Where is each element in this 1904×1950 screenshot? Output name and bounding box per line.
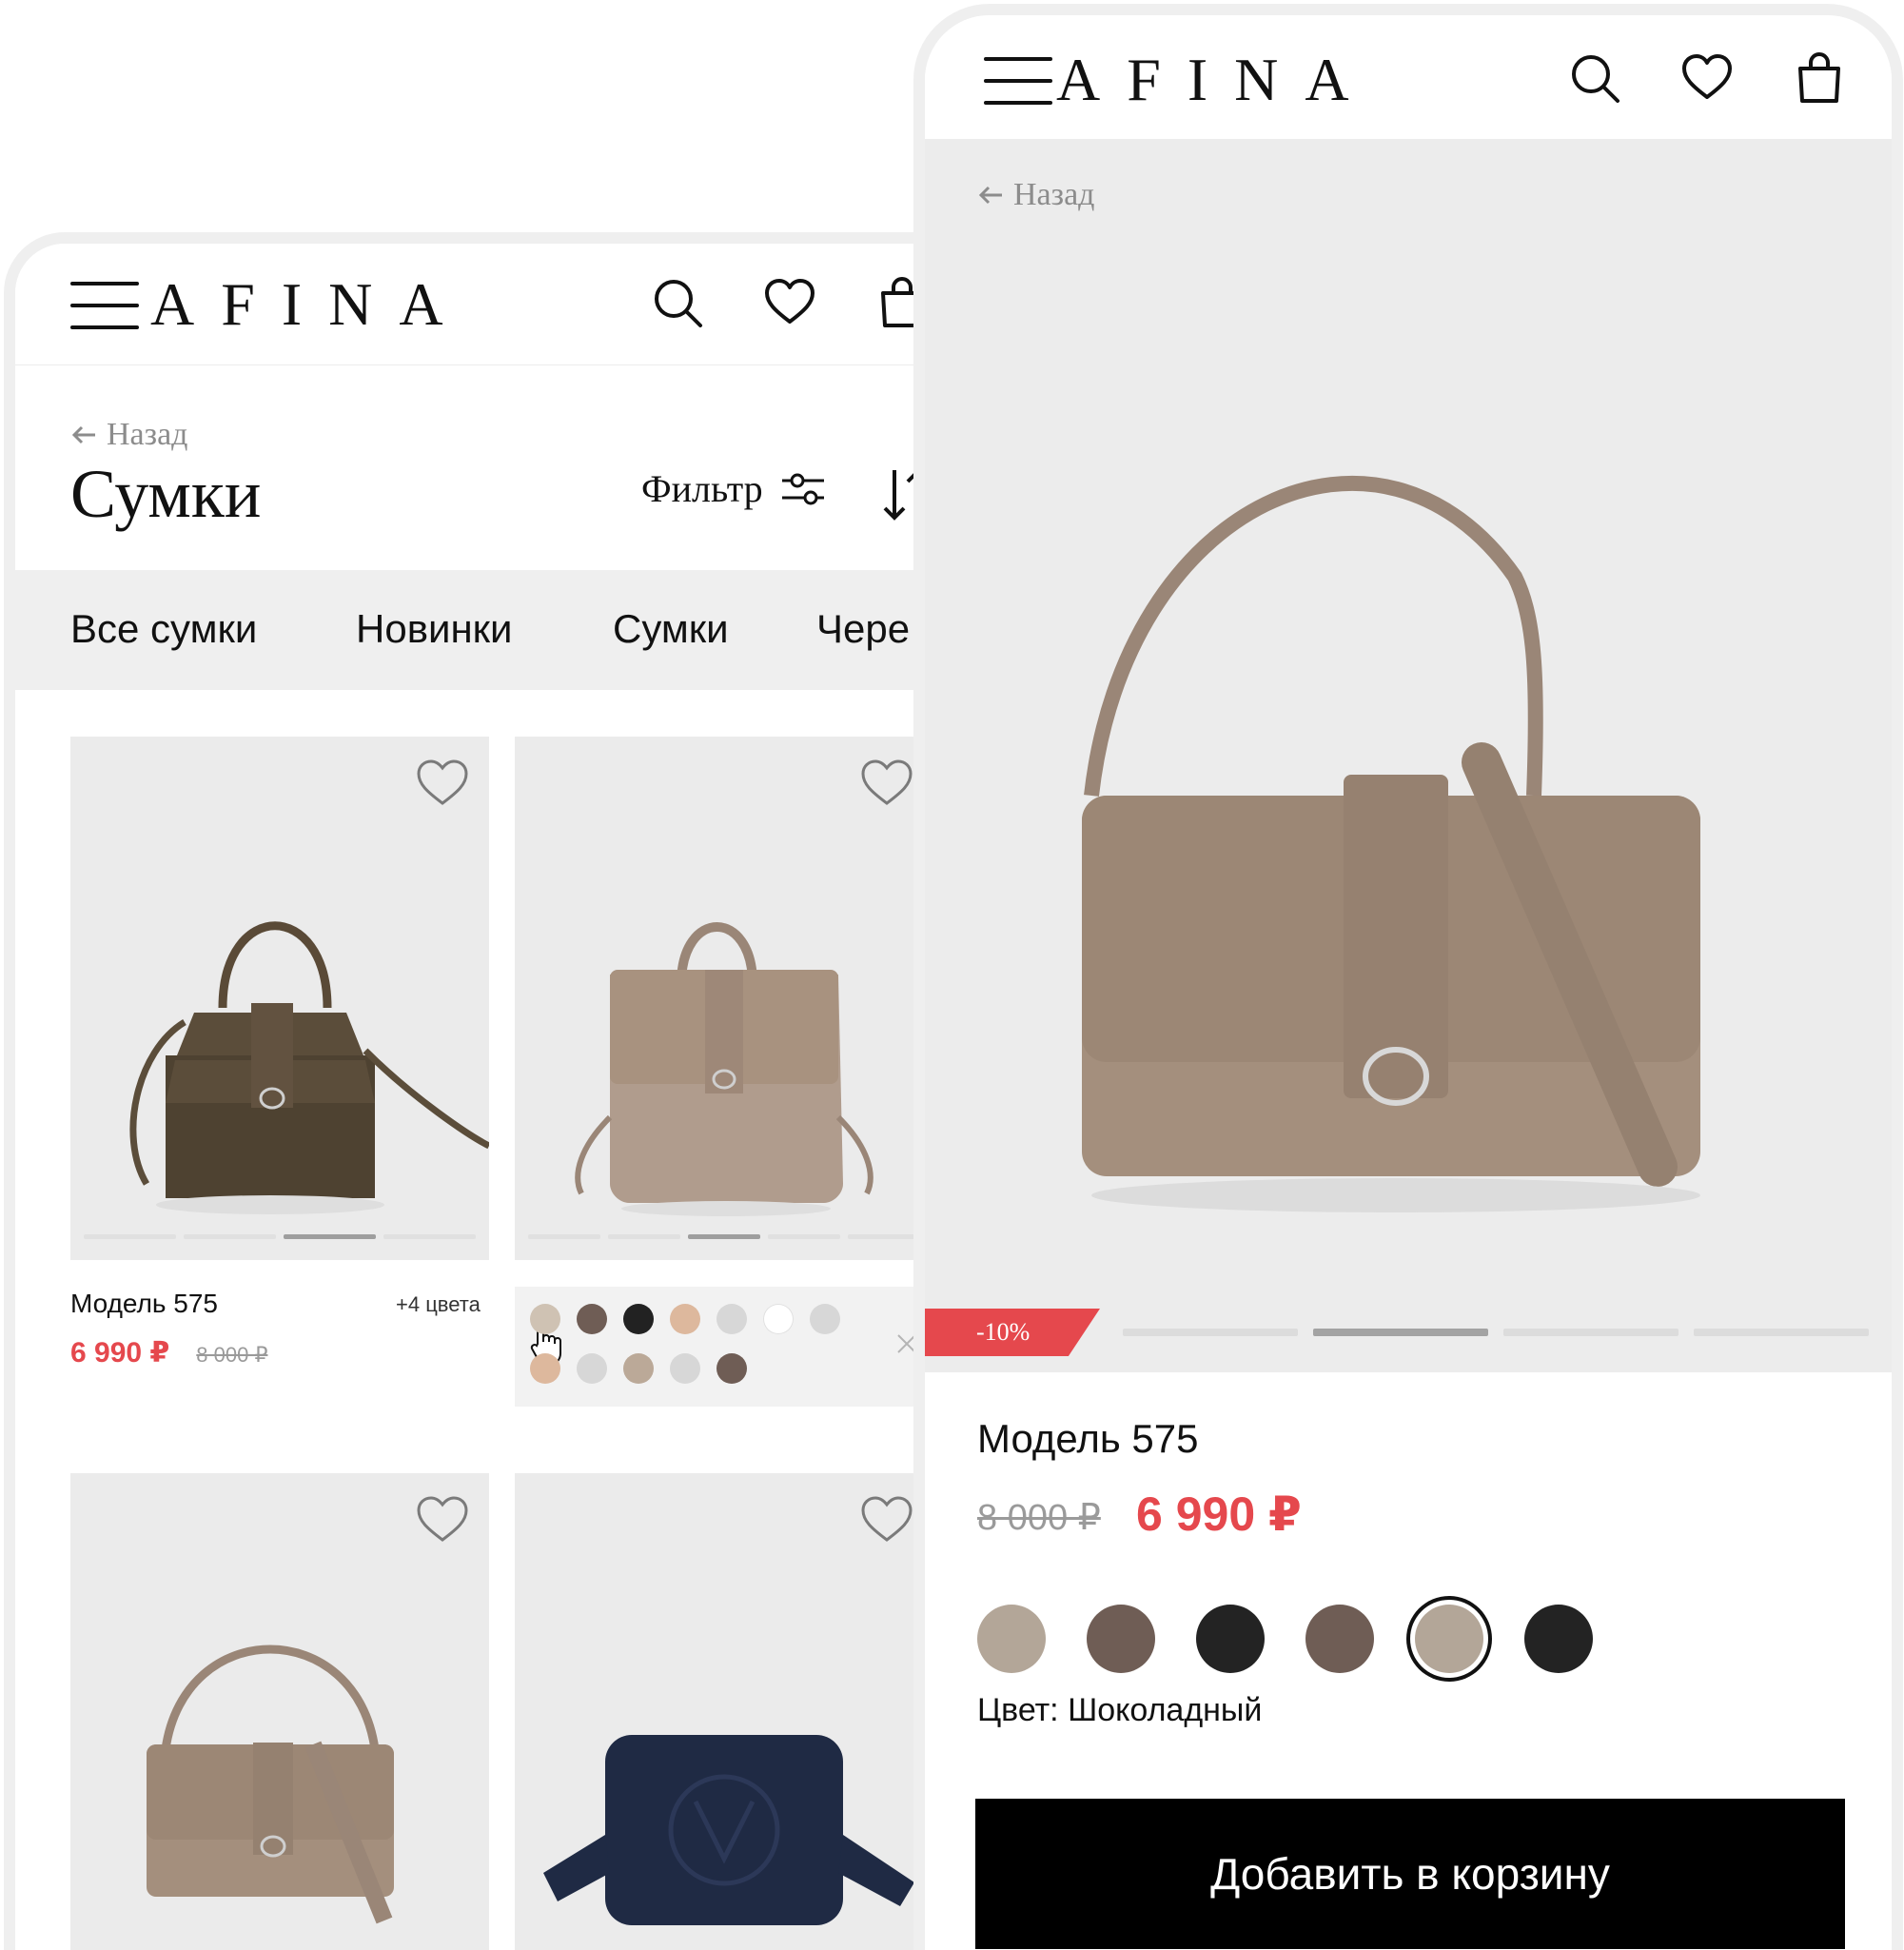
handbag-image (129, 921, 489, 1214)
color-swatch[interactable] (670, 1353, 700, 1384)
color-swatch[interactable] (577, 1353, 607, 1384)
color-swatch[interactable] (623, 1304, 654, 1334)
brand-logo[interactable]: AFINA (1056, 49, 1376, 110)
product-photo (1082, 475, 1700, 1212)
shoulder-bag-image (147, 1645, 394, 1924)
back-link[interactable]: Назад (70, 417, 187, 453)
category-tabs: Все сумки Новинки Сумки Чере (15, 570, 955, 690)
color-swatch[interactable] (716, 1304, 747, 1334)
tab-new[interactable]: Новинки (356, 606, 513, 652)
brand-logo[interactable]: AFINA (150, 274, 470, 335)
catalog-screen: AFINA Назад Сумки Фильтр Все сумки Новин… (4, 232, 955, 1950)
search-icon[interactable] (1568, 51, 1621, 105)
heart-icon[interactable] (763, 276, 816, 329)
back-label: Назад (1013, 177, 1095, 212)
product-image[interactable] (515, 737, 933, 1260)
color-swatch[interactable] (716, 1353, 747, 1384)
selected-color-label: Цвет: Шоколадный (977, 1692, 1263, 1728)
product-gallery[interactable]: Назад (925, 139, 1892, 1372)
old-price: 8 000 ₽ (977, 1498, 1101, 1538)
camera-bag-image (543, 1735, 914, 1925)
menu-icon[interactable] (984, 57, 1052, 105)
favorite-heart-icon[interactable] (415, 758, 470, 807)
product-header: AFINA (925, 15, 1892, 139)
sliders-icon (781, 473, 824, 504)
product-name: Модель 575 (977, 1416, 1199, 1461)
color-swatch[interactable] (1196, 1605, 1265, 1673)
search-icon[interactable] (651, 276, 704, 329)
price-block: 6 990 ₽ 8 000 ₽ (70, 1336, 267, 1369)
color-swatch[interactable] (670, 1304, 700, 1334)
back-label: Назад (107, 417, 188, 452)
color-swatch[interactable] (977, 1605, 1046, 1673)
color-picker-panel (515, 1287, 916, 1407)
tab-all-bags[interactable]: Все сумки (70, 606, 257, 652)
product-image[interactable] (70, 1473, 489, 1950)
color-swatch[interactable] (577, 1304, 607, 1334)
menu-icon[interactable] (70, 282, 139, 329)
product-screen: AFINA Назад -10% Модель 575 8 000 ₽ 6 99… (913, 4, 1903, 1950)
price: 6 990 ₽ (1136, 1487, 1302, 1541)
color-swatch[interactable] (530, 1304, 560, 1334)
old-price: 8 000 ₽ (196, 1343, 268, 1367)
arrow-left-icon (978, 186, 1002, 205)
color-swatch[interactable] (1087, 1605, 1155, 1673)
add-to-cart-button[interactable]: Добавить в корзину (975, 1799, 1845, 1949)
back-link[interactable]: Назад (977, 177, 1094, 213)
colors-count[interactable]: +4 цвета (396, 1292, 481, 1317)
product-image[interactable] (70, 737, 489, 1260)
heart-icon[interactable] (1680, 51, 1734, 105)
tab-crossbody[interactable]: Чере (816, 606, 910, 652)
price: 6 990 ₽ (70, 1337, 170, 1369)
filter-label: Фильтр (641, 467, 763, 510)
favorite-heart-icon[interactable] (859, 758, 914, 807)
image-pagination (528, 1234, 920, 1239)
page-title: Сумки (70, 456, 262, 532)
catalog-header: AFINA (15, 244, 955, 365)
favorite-heart-icon[interactable] (859, 1494, 914, 1544)
favorite-heart-icon[interactable] (415, 1494, 470, 1544)
tab-bags[interactable]: Сумки (613, 606, 729, 652)
product-name[interactable]: Модель 575 (70, 1289, 218, 1319)
color-swatch[interactable] (1524, 1605, 1593, 1673)
color-swatch[interactable] (530, 1353, 560, 1384)
color-swatch[interactable] (1415, 1605, 1483, 1673)
color-swatch[interactable] (763, 1304, 794, 1334)
color-swatch[interactable] (810, 1304, 840, 1334)
color-swatch[interactable] (623, 1353, 654, 1384)
image-pagination (84, 1234, 476, 1239)
gallery-pagination (1123, 1329, 1869, 1336)
product-image[interactable] (515, 1473, 933, 1950)
filter-button[interactable]: Фильтр (641, 466, 826, 511)
arrow-left-icon (71, 425, 95, 444)
bag-icon[interactable] (1793, 51, 1846, 105)
color-swatch[interactable] (1305, 1605, 1374, 1673)
backpack-image (575, 922, 873, 1216)
